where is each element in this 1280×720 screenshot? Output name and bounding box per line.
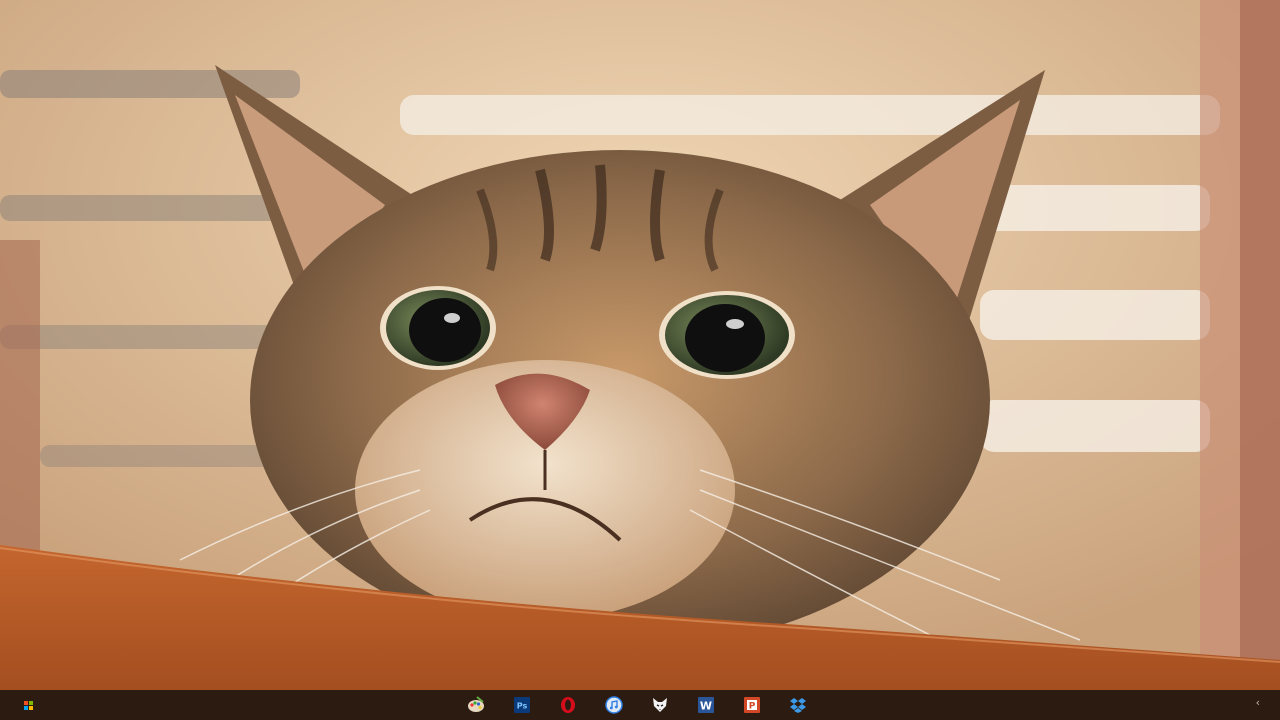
photoshop-label: Ps <box>517 702 528 711</box>
show-hidden-icons-chevron-icon[interactable]: ‹ <box>1256 696 1260 709</box>
dropbox-icon[interactable] <box>775 690 821 720</box>
cat-wallpaper-image <box>0 0 1280 690</box>
opera-icon[interactable] <box>545 690 591 720</box>
windows-start-icon[interactable] <box>18 697 38 713</box>
pinned-apps: Ps W P <box>453 690 821 720</box>
desktop-wallpaper <box>0 0 1280 690</box>
powerpoint-icon[interactable]: P <box>729 690 775 720</box>
fox-mask-icon[interactable] <box>637 690 683 720</box>
itunes-icon[interactable] <box>591 690 637 720</box>
paint-palette-icon[interactable] <box>453 690 499 720</box>
word-icon[interactable]: W <box>683 690 729 720</box>
photoshop-icon[interactable]: Ps <box>499 690 545 720</box>
powerpoint-label: P <box>749 702 756 712</box>
taskbar: Ps W P ‹ <box>0 690 1280 720</box>
word-label: W <box>700 700 712 713</box>
